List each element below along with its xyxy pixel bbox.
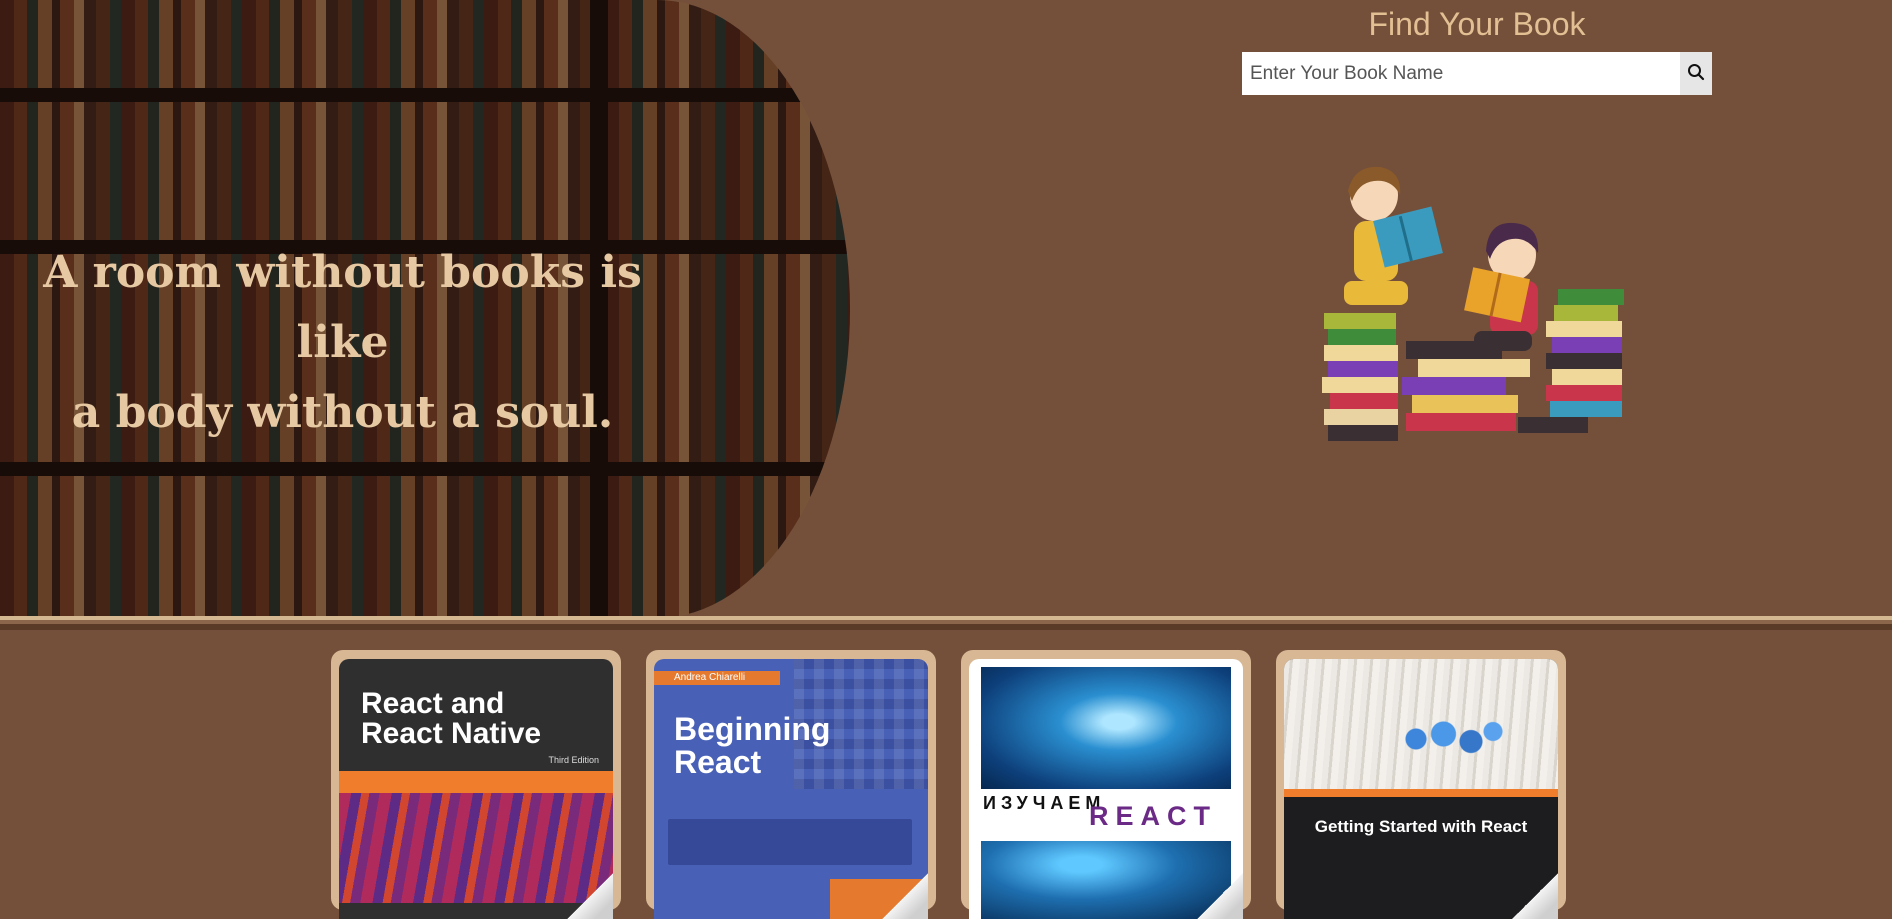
book-edition: Third Edition <box>548 755 599 765</box>
book-cover: Getting Started with React <box>1284 659 1558 919</box>
book-card[interactable]: React and React Native Third Edition <box>331 650 621 919</box>
book-author: Andrea Chiarelli <box>674 672 746 683</box>
book-title-line-2: React Native <box>361 717 542 750</box>
search-input[interactable] <box>1242 52 1680 95</box>
hero-quote: A room without books is like a body with… <box>30 238 655 448</box>
cover-artwork <box>981 667 1231 789</box>
quote-line-1: A room without books is like <box>43 247 642 368</box>
page-curl-icon <box>882 873 928 919</box>
book-title-line-2: React <box>674 744 762 780</box>
book-cover: ИЗУЧАЕМ REACT <box>969 659 1243 919</box>
book-title: React and React Native <box>361 689 541 749</box>
search-button[interactable] <box>1680 52 1712 95</box>
book-card[interactable]: Getting Started with React <box>1276 650 1566 919</box>
search-title: Find Your Book <box>1368 6 1586 42</box>
search-bar <box>1242 52 1712 95</box>
book-title-ru: ИЗУЧАЕМ <box>983 793 1106 813</box>
cover-blurb <box>668 819 912 865</box>
kids-reading-illustration <box>1322 166 1624 441</box>
cover-artwork-bottom <box>981 841 1231 919</box>
book-title-line-1: React and <box>361 687 505 720</box>
book-card[interactable]: ИЗУЧАЕМ REACT <box>961 650 1251 919</box>
page-curl-icon <box>1197 873 1243 919</box>
cover-stripe <box>1284 789 1558 797</box>
book-cover: React and React Native Third Edition <box>339 659 613 919</box>
book-list: React and React Native Third Edition And… <box>0 630 1892 919</box>
search-icon <box>1687 63 1705 84</box>
book-card[interactable]: Andrea Chiarelli Beginning React <box>646 650 936 919</box>
book-cover: Andrea Chiarelli Beginning React <box>654 659 928 919</box>
book-title: REACT <box>1089 801 1217 831</box>
page-curl-icon <box>567 873 613 919</box>
flowers-image <box>1394 714 1504 764</box>
book-title: Beginning React <box>674 713 830 779</box>
hero-section: A room without books is like a body with… <box>0 0 1892 618</box>
book-title-line-1: Beginning <box>674 711 831 747</box>
quote-line-2: a body without a soul. <box>71 387 614 438</box>
cover-stripe <box>339 771 613 793</box>
page-curl-icon <box>1512 873 1558 919</box>
book-title: Getting Started with React <box>1314 817 1528 836</box>
section-divider <box>0 616 1892 630</box>
